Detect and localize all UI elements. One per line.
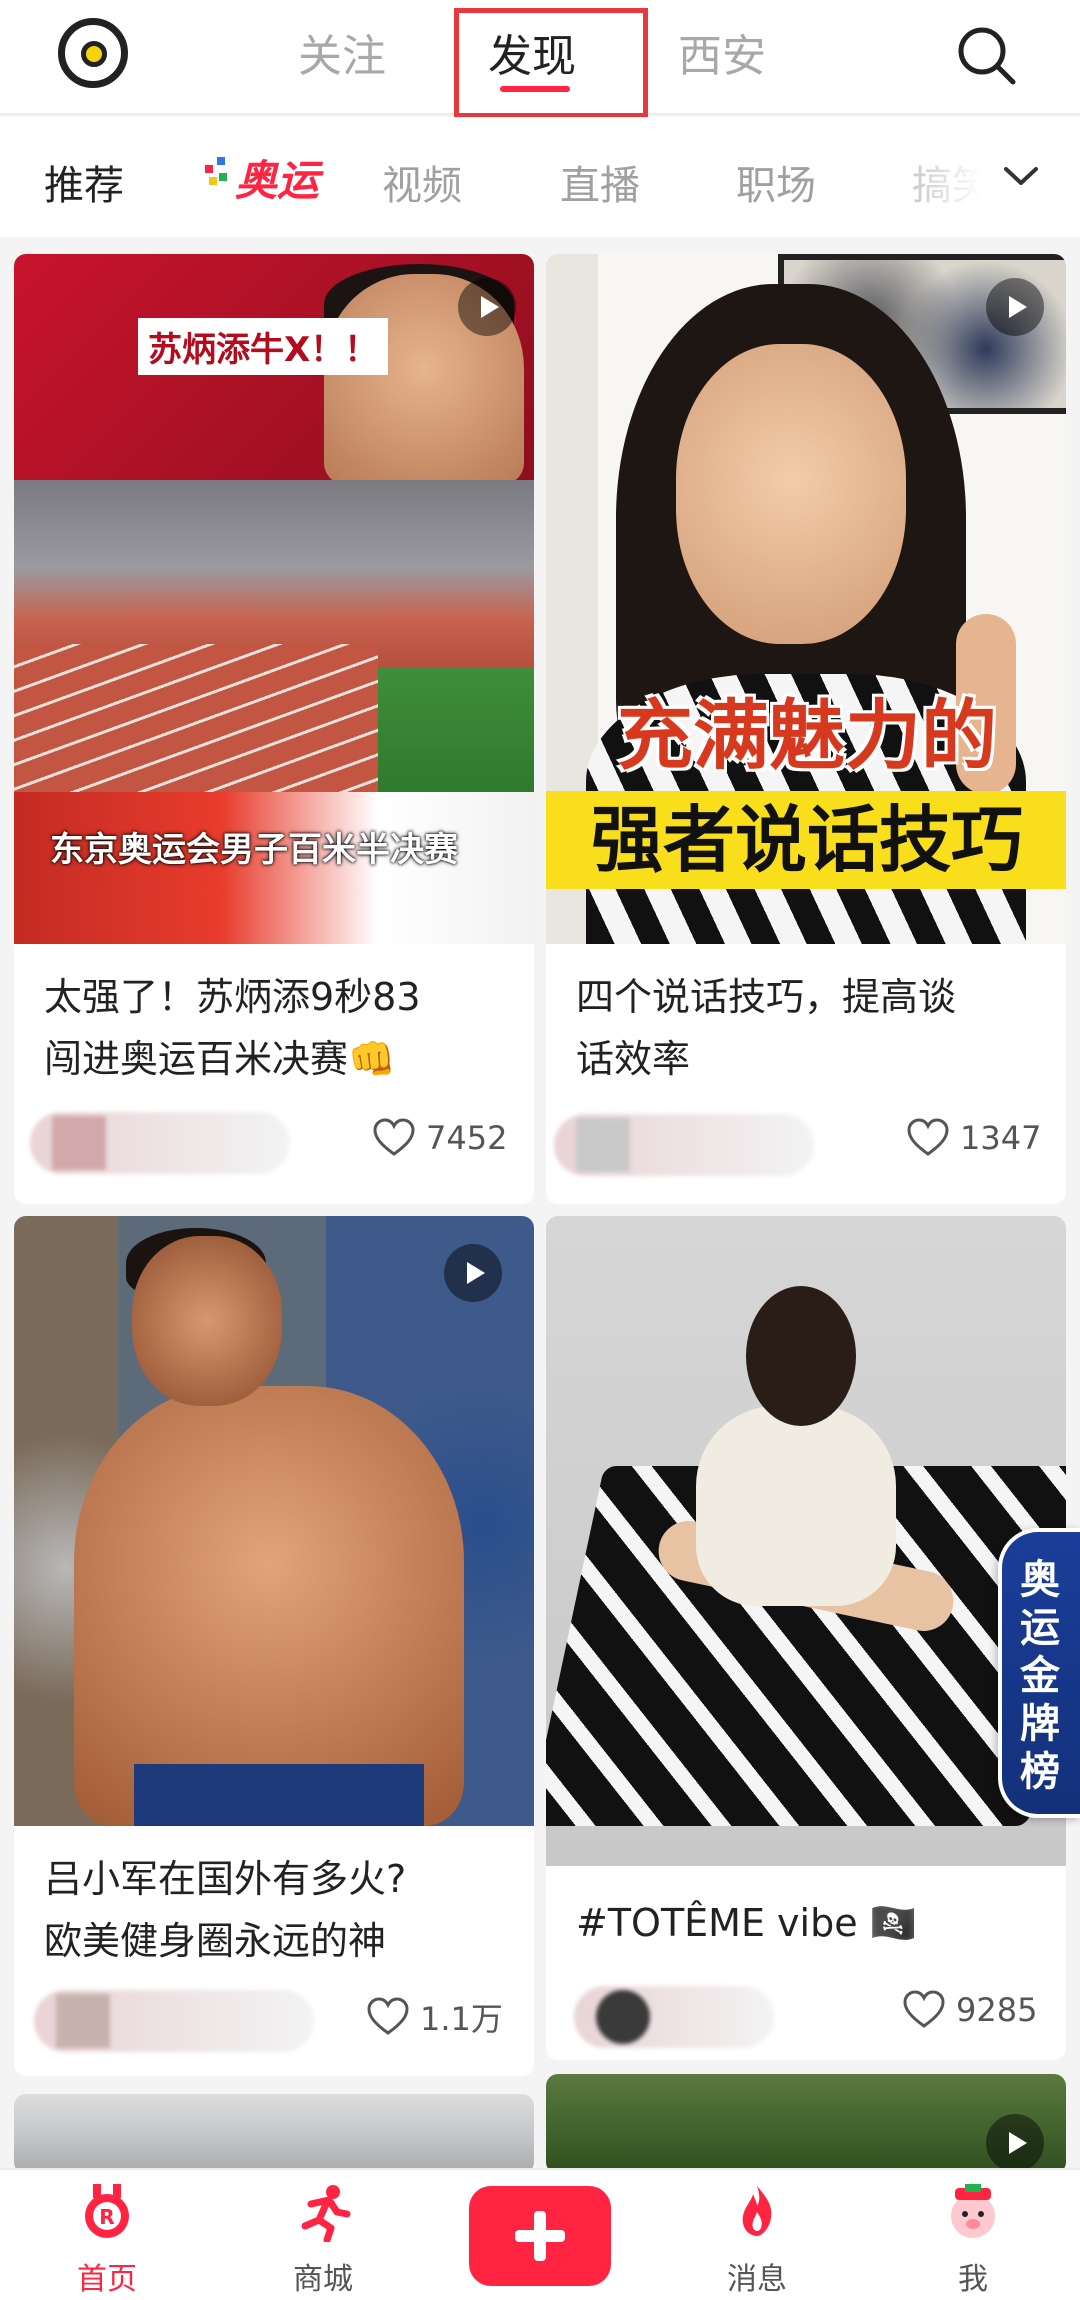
like-count-value: 9285 [956,1991,1038,2029]
like-count-value: 1347 [960,1119,1042,1157]
feed-card[interactable]: 苏炳添牛X！！ 东京奥运会男子百米半决赛 太强了！苏炳添9秒83 闯进奥运百米决… [14,254,534,1204]
nav-me[interactable]: 我 [898,2182,1048,2300]
runner-icon [301,2185,351,2242]
heart-icon [373,1118,415,1156]
category-workplace[interactable]: 职场 [736,153,816,211]
heart-icon [907,1118,949,1156]
play-icon [986,2114,1044,2172]
author-avatar-blurred[interactable] [30,1112,290,1174]
card-thumbnail[interactable] [546,2074,1066,2174]
card-title: 太强了！苏炳添9秒83 闯进奥运百米决赛👊 [44,966,514,1090]
nav-messages-label: 消息 [727,2262,787,2297]
card-title: 四个说话技巧，提高谈 话效率 [576,966,1046,1090]
mascot-icon [951,2184,995,2238]
feed-card[interactable] [14,2094,534,2174]
side-badge-label: 奥运金牌榜 [1020,1557,1060,1795]
app-root: 关注 发现 西安 推荐 奥运 视频 直播 职场 搞笑 [0,0,1080,2300]
category-live[interactable]: 直播 [560,153,640,211]
olympic-medal-board-badge[interactable]: 奥运金牌榜 [998,1528,1080,1818]
tab-following[interactable]: 关注 [298,20,386,84]
thumb-caption-text: 东京奥运会男子百米半决赛 [50,830,458,870]
category-recommend[interactable]: 推荐 [44,153,124,211]
card-thumbnail[interactable]: 苏炳添牛X！！ 东京奥运会男子百米半决赛 [14,254,534,944]
camera-logo-icon[interactable] [58,18,128,88]
heart-icon [903,1990,945,2028]
category-olympic[interactable]: 奥运 [203,147,319,207]
card-thumbnail[interactable] [14,2094,534,2174]
feed-card[interactable]: 吕小军在国外有多火? 欧美健身圈永远的神 1.1万 [14,1216,534,2076]
thumb-subheadline-text: 强者说话技巧 [546,791,1066,889]
like-count[interactable]: 1347 [906,1118,1041,1158]
top-bar: 关注 发现 西安 [0,0,1080,118]
olympic-flame-icon [205,157,227,185]
chevron-down-icon[interactable] [1000,155,1042,197]
feed-card[interactable] [546,2074,1066,2174]
category-fade [860,117,1080,237]
card-title-line: 话效率 [576,1037,691,1081]
torch-flame-icon [742,2186,772,2236]
nav-mall-label: 商城 [293,2262,353,2297]
create-post-button[interactable] [469,2186,611,2286]
card-title-line: 太强了！苏炳添9秒83 [44,975,421,1019]
tab-location[interactable]: 西安 [678,20,766,84]
card-thumbnail[interactable] [14,1216,534,1826]
like-count[interactable]: 9285 [902,1990,1037,2030]
nav-home-label: 首页 [77,2262,137,2297]
card-thumbnail[interactable] [546,1216,1066,1866]
nav-home[interactable]: R 首页 [32,2182,182,2300]
card-thumbnail[interactable]: 充满魅力的 强者说话技巧 [546,254,1066,944]
svg-text:R: R [99,2205,114,2229]
thumb-banner-text: 苏炳添牛X！！ [138,318,389,375]
nav-messages[interactable]: 消息 [682,2182,832,2300]
author-avatar-blurred[interactable] [554,1114,814,1176]
card-title: 吕小军在国外有多火? 欧美健身圈永远的神 [44,1848,514,1972]
author-avatar-blurred[interactable] [574,1986,774,2048]
nav-mall[interactable]: 商城 [248,2182,398,2300]
thumb-headline-text: 充满魅力的 [617,691,997,780]
author-avatar-blurred[interactable] [34,1990,314,2052]
category-bar: 推荐 奥运 视频 直播 职场 搞笑 [0,117,1080,237]
feed-card[interactable]: 充满魅力的 强者说话技巧 四个说话技巧，提高谈 话效率 1347 [546,254,1066,1204]
card-title: #TOTÊME vibe 🏴‍☠️ [576,1901,917,1945]
search-icon[interactable] [955,24,1017,86]
like-count[interactable]: 1.1万 [366,1994,503,2040]
like-count-value: 1.1万 [420,2000,503,2038]
category-olympic-label: 奥运 [235,155,320,205]
card-title-line: 四个说话技巧，提高谈 [576,975,957,1019]
nav-me-label: 我 [958,2262,988,2297]
highlight-box [454,8,648,118]
home-medal-icon: R [85,2184,129,2238]
card-title-line: 吕小军在国外有多火? [44,1857,407,1901]
card-title-line: 欧美健身圈永远的神 [44,1919,387,1963]
feed-card[interactable]: #TOTÊME vibe 🏴‍☠️ 9285 [546,1216,1066,2060]
category-video[interactable]: 视频 [382,153,462,211]
play-icon [444,1244,502,1302]
play-icon [986,278,1044,336]
like-count-value: 7452 [426,1119,508,1157]
like-count[interactable]: 7452 [372,1118,507,1158]
card-title-line: 闯进奥运百米决赛👊 [44,1037,396,1081]
heart-icon [367,1997,409,2035]
play-icon [458,278,516,336]
